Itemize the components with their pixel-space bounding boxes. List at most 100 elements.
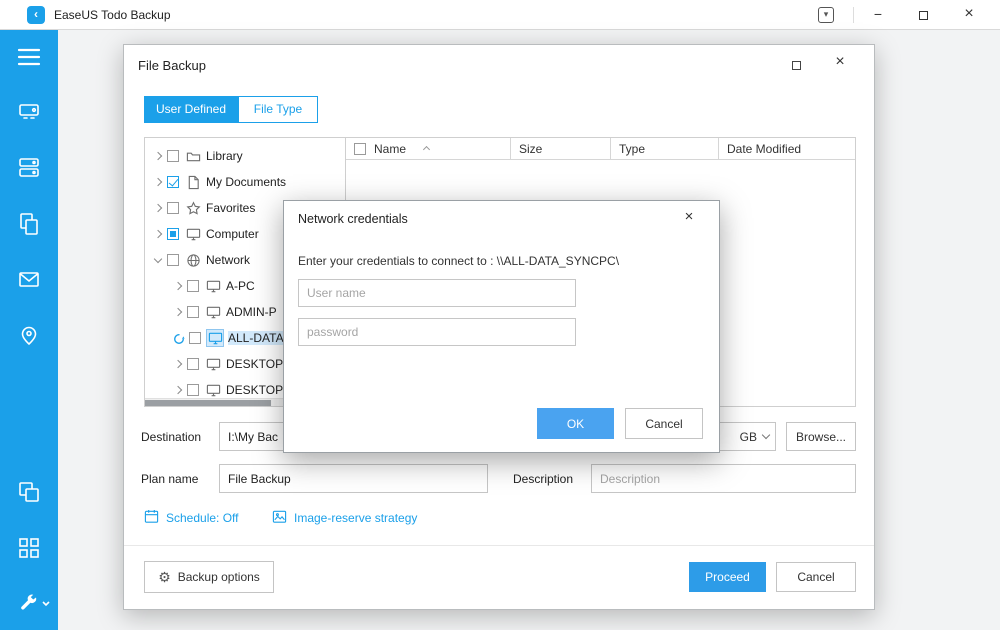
tree-item-label: Library (206, 149, 243, 163)
checkbox-checked[interactable] (167, 176, 179, 188)
minimize-button[interactable]: − (861, 0, 895, 30)
clone-icon[interactable] (17, 480, 41, 504)
schedule-link-label: Schedule: Off (166, 511, 239, 525)
settings-wrench-icon[interactable] (17, 592, 51, 616)
plan-name-input[interactable] (219, 464, 488, 493)
checkbox-unchecked[interactable] (167, 150, 179, 162)
gear-icon: ⚙ (158, 569, 171, 586)
folder-icon (185, 148, 201, 164)
column-label: Name (374, 142, 406, 156)
chevron-right-icon[interactable] (154, 204, 162, 212)
column-label: Size (519, 142, 542, 156)
file-backup-icon[interactable] (17, 212, 41, 236)
chevron-right-icon[interactable] (174, 360, 182, 368)
mail-backup-icon[interactable] (17, 268, 41, 292)
select-all-checkbox[interactable] (354, 143, 366, 155)
network-credentials-modal: Network credentials × Enter your credent… (283, 200, 720, 453)
document-icon (185, 174, 201, 190)
pc-icon-selected (207, 330, 223, 346)
plan-name-label: Plan name (141, 472, 198, 486)
image-reserve-link-label: Image-reserve strategy (294, 511, 417, 525)
backup-options-button[interactable]: ⚙ Backup options (144, 561, 274, 593)
description-label: Description (513, 472, 573, 486)
dialog-maximize-icon[interactable] (792, 61, 801, 70)
tree-item-label: My Documents (206, 175, 286, 189)
column-type[interactable]: Type (611, 138, 719, 159)
pc-icon (205, 278, 221, 294)
checkbox-unchecked[interactable] (187, 280, 199, 292)
checkbox-unchecked[interactable] (167, 254, 179, 266)
footer-divider (124, 545, 874, 546)
smart-backup-icon[interactable] (17, 323, 41, 347)
modal-title: Network credentials (298, 212, 408, 226)
tree-item-label: DESKTOP- (226, 383, 287, 397)
computer-icon (185, 226, 201, 242)
image-icon (272, 509, 287, 527)
dialog-close-icon[interactable]: × (830, 53, 850, 71)
destination-label: Destination (141, 430, 201, 444)
pc-icon (205, 382, 221, 398)
window-titlebar: ‹ EaseUS Todo Backup ▾ − × (0, 0, 1000, 30)
chevron-right-icon[interactable] (154, 230, 162, 238)
tree-item-label: Network (206, 253, 250, 267)
password-input[interactable] (298, 318, 576, 346)
backup-options-label: Backup options (178, 570, 260, 584)
schedule-link[interactable]: Schedule: Off (144, 509, 239, 527)
image-reserve-link[interactable]: Image-reserve strategy (272, 509, 417, 527)
modal-cancel-button[interactable]: Cancel (625, 408, 703, 439)
pc-icon (205, 356, 221, 372)
scrollbar-thumb[interactable] (145, 400, 271, 406)
chevron-right-icon[interactable] (174, 386, 182, 394)
chevron-right-icon[interactable] (154, 178, 162, 186)
modal-message: Enter your credentials to connect to : \… (298, 254, 619, 268)
tree-item-label: Favorites (206, 201, 255, 215)
column-size[interactable]: Size (511, 138, 611, 159)
close-button[interactable]: × (952, 0, 986, 30)
description-input[interactable] (591, 464, 856, 493)
checkbox-unchecked[interactable] (187, 358, 199, 370)
tree-item-label: A-PC (226, 279, 255, 293)
checkbox-unchecked[interactable] (167, 202, 179, 214)
chevron-right-icon[interactable] (154, 152, 162, 160)
column-name[interactable]: Name (346, 138, 511, 159)
cancel-button[interactable]: Cancel (776, 562, 856, 592)
loading-spinner-icon (173, 332, 185, 344)
dialog-title: File Backup (138, 58, 206, 73)
browse-button[interactable]: Browse... (786, 422, 856, 451)
column-label: Date Modified (727, 142, 801, 156)
modal-close-icon[interactable]: × (678, 208, 700, 225)
tools-icon[interactable] (17, 536, 41, 560)
tree-item-label: ALL-DATA (228, 331, 284, 345)
easeus-logo-icon: ‹ (27, 6, 45, 24)
favorites-icon (185, 200, 201, 216)
chevron-down-icon[interactable] (154, 254, 162, 262)
username-input[interactable] (298, 279, 576, 307)
tree-item-library[interactable]: Library (145, 143, 345, 169)
proceed-button[interactable]: Proceed (689, 562, 766, 592)
system-backup-icon[interactable] (17, 156, 41, 180)
tree-item-my-documents[interactable]: My Documents (145, 169, 345, 195)
menu-icon[interactable] (17, 47, 41, 71)
sidebar (0, 30, 58, 630)
tab-user-defined[interactable]: User Defined (144, 96, 238, 123)
checkbox-unchecked[interactable] (187, 306, 199, 318)
tab-file-type[interactable]: File Type (238, 96, 318, 123)
column-label: Type (619, 142, 645, 156)
maximize-button[interactable] (906, 0, 940, 30)
maximize-icon (919, 11, 928, 20)
tree-item-label: ADMIN-P (226, 305, 277, 319)
ok-button[interactable]: OK (537, 408, 614, 439)
tree-item-label: Computer (206, 227, 259, 241)
checkbox-unchecked[interactable] (187, 384, 199, 396)
chevron-right-icon[interactable] (174, 308, 182, 316)
column-date-modified[interactable]: Date Modified (719, 138, 854, 159)
update-icon[interactable]: ▾ (818, 7, 834, 23)
titlebar-separator (853, 7, 854, 23)
checkbox-partial[interactable] (167, 228, 179, 240)
tree-item-label: DESKTOP- (226, 357, 287, 371)
chevron-down-icon (762, 431, 770, 439)
calendar-icon (144, 509, 159, 527)
disk-backup-icon[interactable] (17, 100, 41, 124)
checkbox-unchecked[interactable] (189, 332, 201, 344)
chevron-right-icon[interactable] (174, 282, 182, 290)
